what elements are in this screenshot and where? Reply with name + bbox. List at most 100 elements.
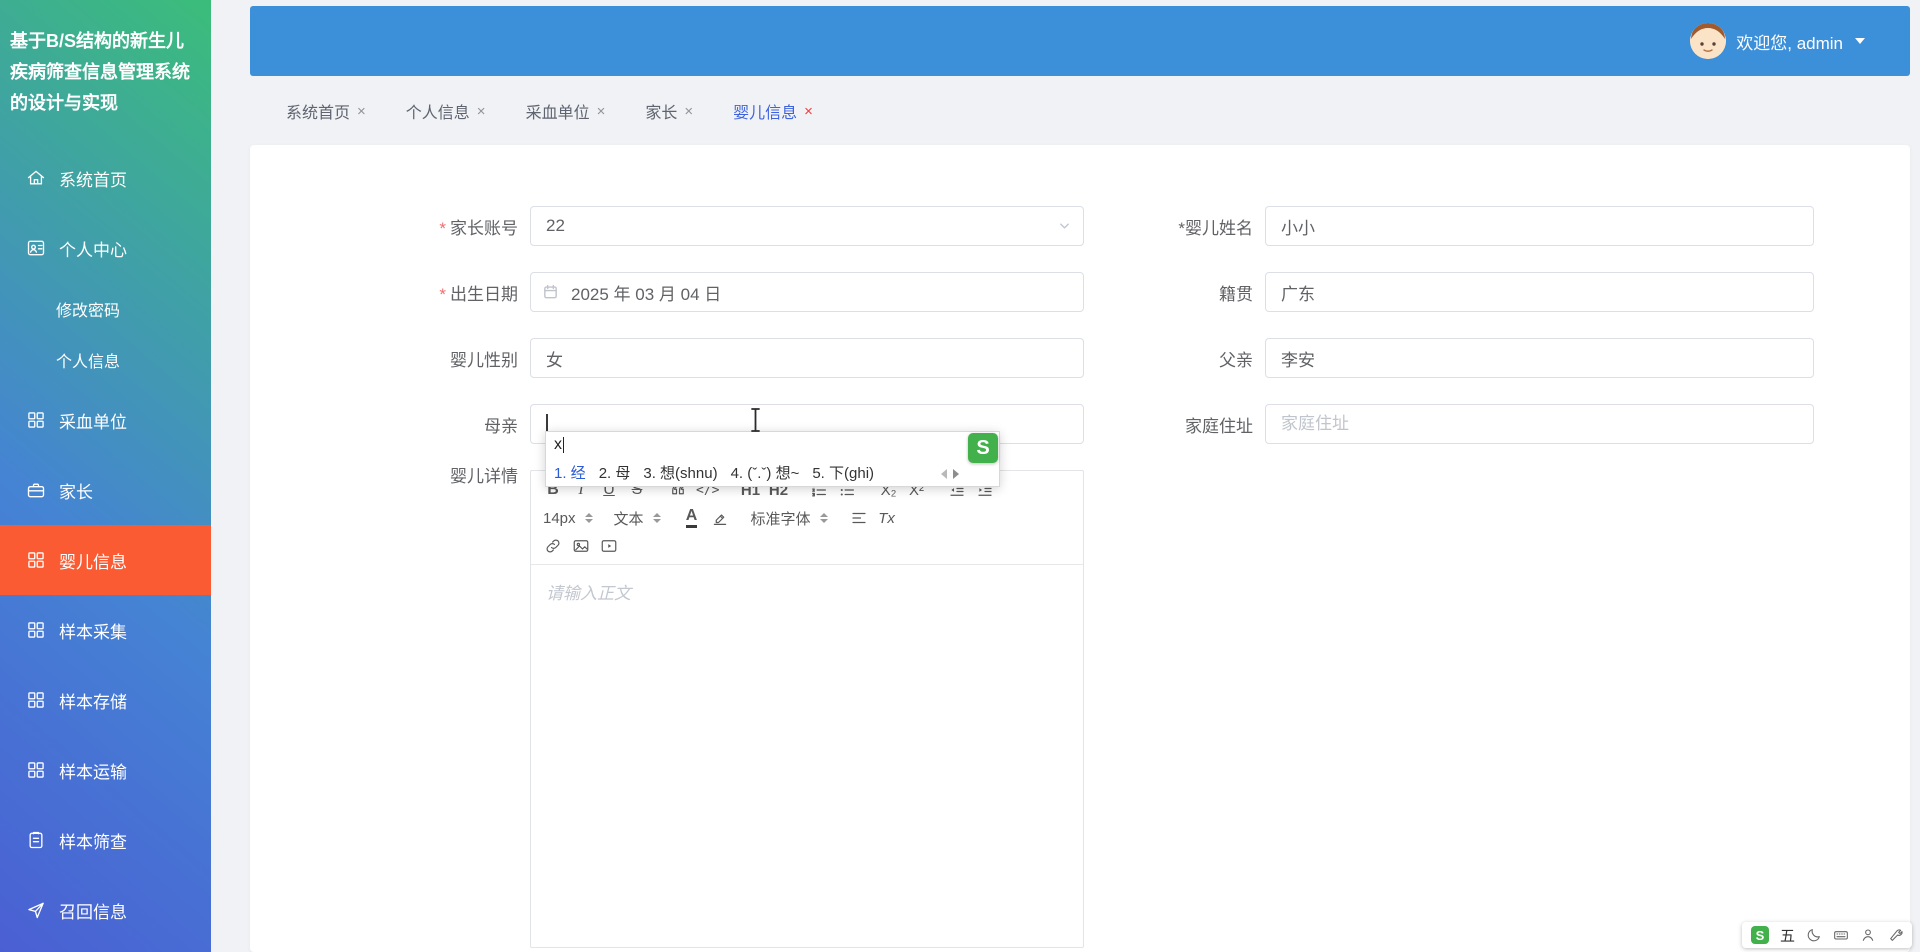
editor-placeholder: 请输入正文 [546, 584, 631, 603]
form-row: 婴儿性别 父亲 [250, 338, 1910, 378]
grid-icon [26, 550, 46, 570]
rich-text-editor: B I U S </> H1 H2 X₂ X² 14px 文本 A 标准字体 T… [530, 470, 1084, 948]
tab-blood-collection-unit[interactable]: 采血单位 × [526, 99, 606, 123]
required-mark: * [1178, 218, 1185, 238]
keyboard-icon[interactable] [1833, 927, 1849, 943]
app-title-line: 的设计与实现 [10, 93, 118, 113]
sidebar-item-parents[interactable]: 家长 [0, 455, 211, 525]
content-card: *家长账号 *婴儿姓名 *出生日期 籍贯 [250, 145, 1910, 952]
ime-paging [941, 469, 959, 479]
field-label-baby-gender: 婴儿性别 [450, 350, 518, 370]
font-size-dropdown[interactable]: 14px [539, 506, 597, 531]
close-icon[interactable]: × [597, 103, 606, 120]
clear-format-button[interactable]: Tx [873, 506, 901, 531]
sidebar-item-change-password[interactable]: 修改密码 [0, 283, 211, 334]
tab-home[interactable]: 系统首页 × [286, 99, 366, 123]
font-family-dropdown[interactable]: 标准字体 [747, 506, 832, 531]
app-title-line: 基于B/S结构的新生儿 [10, 31, 185, 51]
sidebar-item-label: 样本存储 [59, 692, 127, 712]
video-button[interactable] [595, 534, 623, 559]
close-icon[interactable]: × [357, 103, 366, 120]
ime-candidate[interactable]: 3. 想(shnu) [643, 462, 717, 483]
wrench-icon[interactable] [1887, 927, 1903, 943]
text-type-dropdown[interactable]: 文本 [610, 506, 665, 531]
ime-prev-button[interactable] [941, 469, 947, 479]
ime-candidate-row: 1. 经 2. 母 3. 想(shnu) 4. (ˇ.ˇ) 想~ 5. 下(gh… [546, 458, 999, 486]
ime-next-button[interactable] [953, 469, 959, 479]
sidebar-item-sample-storage[interactable]: 样本存储 [0, 665, 211, 735]
image-button[interactable] [567, 534, 595, 559]
parent-account-value[interactable] [530, 206, 1084, 246]
text-caret [563, 437, 564, 453]
align-button[interactable] [845, 506, 873, 531]
baby-gender-field [530, 338, 1084, 378]
form-row: *出生日期 籍贯 [250, 272, 1910, 312]
sidebar-item-label: 修改密码 [56, 302, 121, 320]
field-label-home-address: 家庭住址 [1185, 416, 1253, 436]
grid-icon [26, 410, 46, 430]
home-address-input[interactable] [1265, 404, 1814, 444]
sidebar-item-label: 样本筛查 [59, 832, 127, 852]
native-place-input[interactable] [1265, 272, 1814, 312]
field-label-baby-name: *婴儿姓名 [1178, 218, 1253, 238]
tab-baby-info[interactable]: 婴儿信息 × [733, 99, 813, 123]
tab-label: 系统首页 [286, 105, 351, 122]
form-row: 婴儿详情 B I U S </> H1 H2 X₂ X² 14px 文本 A 标… [250, 467, 1910, 948]
sidebar-item-sample-screening[interactable]: 样本筛查 [0, 805, 211, 875]
ime-status-bar: S 五 [1741, 922, 1912, 948]
sidebar-item-label: 样本采集 [59, 622, 127, 642]
sidebar-item-baby-info[interactable]: 婴儿信息 [0, 525, 211, 595]
birth-date-value[interactable] [530, 272, 1084, 312]
ime-candidate[interactable]: 2. 母 [599, 462, 631, 483]
tab-personal-info[interactable]: 个人信息 × [406, 99, 486, 123]
editor-body[interactable]: 请输入正文 [531, 565, 1083, 618]
baby-gender-input[interactable] [530, 338, 1084, 378]
tab-bar: 系统首页 × 个人信息 × 采血单位 × 家长 × 婴儿信息 × [250, 92, 1910, 130]
avatar [1690, 23, 1727, 59]
sidebar-item-sample-transport[interactable]: 样本运输 [0, 735, 211, 805]
user-menu[interactable]: 欢迎您, admin [1690, 23, 1865, 59]
tab-parents[interactable]: 家长 × [645, 99, 693, 123]
ime-candidate[interactable]: 5. 下(ghi) [812, 462, 874, 483]
sidebar-item-recall-info[interactable]: 召回信息 [0, 875, 211, 945]
field-label-native-place: 籍贯 [1219, 284, 1253, 304]
send-icon [26, 900, 46, 920]
highlight-button[interactable] [706, 506, 734, 531]
father-field [1265, 338, 1814, 378]
updown-icon [584, 513, 593, 523]
font-color-button[interactable]: A [678, 506, 706, 531]
ime-candidate[interactable]: 1. 经 [554, 462, 586, 483]
link-button[interactable] [539, 534, 567, 559]
grid-icon [26, 620, 46, 640]
clipboard-icon [26, 830, 46, 850]
ime-typed-row: x [546, 432, 999, 458]
father-input[interactable] [1265, 338, 1814, 378]
sogou-logo[interactable]: S [1750, 926, 1769, 944]
sidebar-item-profile-center[interactable]: 个人中心 [0, 213, 211, 283]
field-label-birth-date: * 出生日期 [439, 284, 518, 304]
user-card-icon [26, 238, 46, 258]
sidebar-menu: 系统首页 个人中心 修改密码 个人信息 采血单位 家长 婴儿信息 样本采集 样本… [0, 143, 211, 945]
welcome-text: 欢迎您, admin [1736, 33, 1843, 53]
sidebar-item-label: 采血单位 [59, 412, 127, 432]
close-icon[interactable]: × [477, 103, 486, 120]
ime-mode-indicator[interactable]: 五 [1780, 925, 1795, 946]
sidebar-item-blood-collection-unit[interactable]: 采血单位 [0, 385, 211, 455]
sidebar-item-personal-info[interactable]: 个人信息 [0, 334, 211, 385]
sidebar-item-sample-collection[interactable]: 样本采集 [0, 595, 211, 665]
close-icon[interactable]: × [684, 103, 693, 120]
person-icon[interactable] [1860, 927, 1876, 943]
sidebar: 基于B/S结构的新生儿 疾病筛查信息管理系统 的设计与实现 系统首页 个人中心 … [0, 0, 211, 952]
moon-icon[interactable] [1806, 927, 1822, 943]
required-mark: * [439, 218, 446, 238]
briefcase-icon [26, 480, 46, 500]
field-label-parent-account: * 家长账号 [439, 218, 518, 238]
app-title-line: 疾病筛查信息管理系统 [10, 62, 190, 82]
baby-name-input[interactable] [1265, 206, 1814, 246]
birth-date-picker[interactable] [530, 272, 1084, 312]
parent-account-select[interactable] [530, 206, 1084, 246]
close-icon[interactable]: × [804, 103, 813, 120]
ime-candidate[interactable]: 4. (ˇ.ˇ) 想~ [731, 462, 800, 483]
app-title: 基于B/S结构的新生儿 疾病筛查信息管理系统 的设计与实现 [0, 0, 211, 119]
sidebar-item-home[interactable]: 系统首页 [0, 143, 211, 213]
